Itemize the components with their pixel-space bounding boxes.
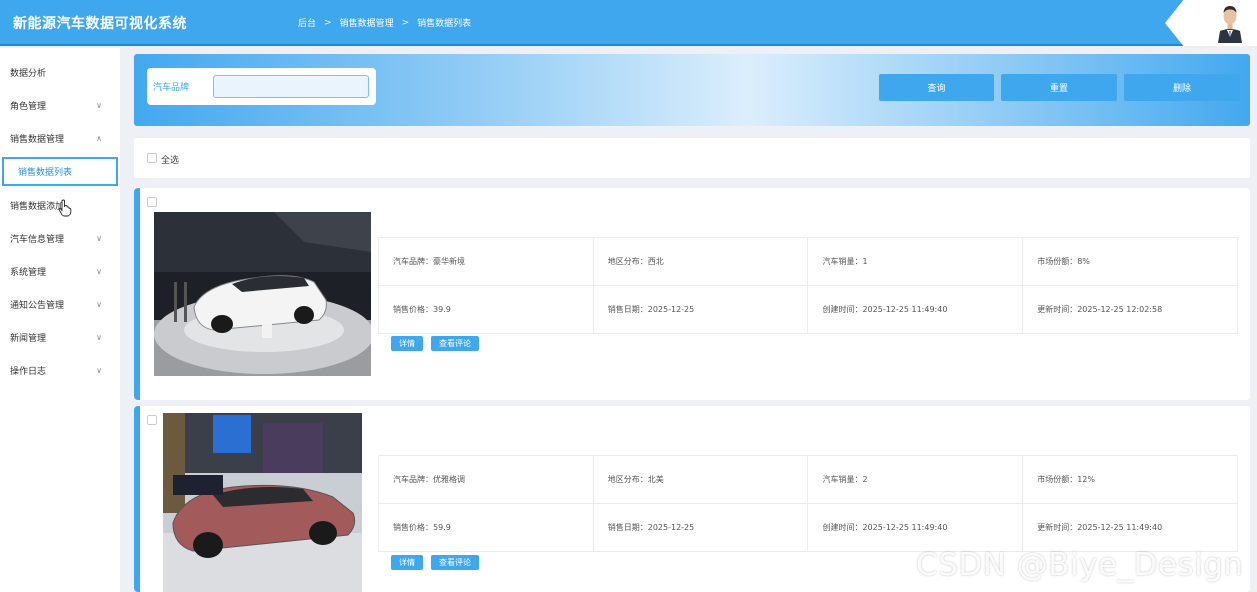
sidebar-item-label: 销售数据列表 <box>18 168 73 178</box>
watermark: CSDN @Biye_Design <box>916 547 1244 583</box>
updated-time-cell: 更新时间：2025-12-25 12:02:58 <box>1022 285 1238 334</box>
record-checkbox[interactable] <box>147 415 157 425</box>
hand-cursor-icon <box>58 199 72 217</box>
app-title: 新能源汽车数据可视化系统 <box>13 16 187 32</box>
avatar[interactable] <box>1216 1 1244 43</box>
top-bar: 新能源汽车数据可视化系统 后台 > 销售数据管理 > 销售数据列表 <box>0 0 1257 46</box>
updated-time-cell: 更新时间：2025-12-25 11:49:40 <box>1022 503 1238 552</box>
sidebar-item-label: 汽车信息管理 <box>10 235 65 245</box>
chevron-down-icon: ∨ <box>96 234 102 243</box>
view-comments-button[interactable]: 查看评论 <box>431 555 479 570</box>
chevron-down-icon: ∨ <box>96 101 102 110</box>
sales-volume-cell: 汽车销量：1 <box>807 237 1024 286</box>
record-info-table: 汽车品牌：优雅格调 地区分布：北美 汽车销量：2 市场份额：12% 销售价格：5… <box>378 455 1238 552</box>
brand-search-input[interactable] <box>213 75 369 98</box>
price-cell: 销售价格：59.9 <box>378 503 594 552</box>
sidebar-item-label: 新闻管理 <box>10 334 47 344</box>
sidebar-item-sales-data-list[interactable]: 销售数据列表 <box>2 157 118 186</box>
view-comments-button[interactable]: 查看评论 <box>431 336 479 351</box>
sidebar-item-label: 角色管理 <box>10 102 47 112</box>
sidebar-item-system-management[interactable]: 系统管理 ∨ <box>0 255 120 288</box>
breadcrumb-home[interactable]: 后台 <box>298 16 316 29</box>
price-cell: 销售价格：39.9 <box>378 285 594 334</box>
record-checkbox[interactable] <box>147 197 157 207</box>
delete-button[interactable]: 删除 <box>1124 74 1240 101</box>
breadcrumb: 后台 > 销售数据管理 > 销售数据列表 <box>298 16 472 30</box>
chevron-down-icon: ∨ <box>96 333 102 342</box>
sidebar-item-label: 系统管理 <box>10 268 47 278</box>
select-all-label: 全选 <box>161 156 180 166</box>
brand-cell: 汽车品牌：豪华新境 <box>378 237 594 286</box>
sidebar-item-role-management[interactable]: 角色管理 ∨ <box>0 89 120 122</box>
market-share-cell: 市场份额：8% <box>1022 237 1238 286</box>
breadcrumb-separator-icon: > <box>401 17 410 28</box>
select-all-bar <box>134 138 1250 178</box>
market-share-cell: 市场份额：12% <box>1022 455 1238 504</box>
sidebar-item-operation-log[interactable]: 操作日志 ∨ <box>0 354 120 387</box>
user-avatar-area[interactable] <box>1165 0 1257 46</box>
query-button[interactable]: 查询 <box>879 74 994 101</box>
detail-button[interactable]: 详情 <box>391 336 423 351</box>
sidebar-item-car-info-management[interactable]: 汽车信息管理 ∨ <box>0 222 120 255</box>
sidebar-item-news-management[interactable]: 新闻管理 ∨ <box>0 321 120 354</box>
chevron-down-icon: ∨ <box>96 366 102 375</box>
sale-date-cell: 销售日期：2025-12-25 <box>592 285 809 334</box>
breadcrumb-separator-icon: > <box>324 17 332 28</box>
sidebar-item-label: 销售数据添加 <box>10 202 65 212</box>
record-info-table: 汽车品牌：豪华新境 地区分布：西北 汽车销量：1 市场份额：8% 销售价格：39… <box>378 237 1238 334</box>
created-time-cell: 创建时间：2025-12-25 11:49:40 <box>807 503 1024 552</box>
sidebar-item-label: 数据分析 <box>10 69 47 79</box>
detail-button[interactable]: 详情 <box>391 555 423 570</box>
car-photo[interactable] <box>163 413 362 592</box>
breadcrumb-section[interactable]: 销售数据管理 <box>340 16 394 29</box>
reset-button[interactable]: 重置 <box>1001 74 1117 101</box>
sidebar: 数据分析 角色管理 ∨ 销售数据管理 ∧ 销售数据列表 销售数据添加 汽车信息管… <box>0 48 120 592</box>
sidebar-item-sales-data-management[interactable]: 销售数据管理 ∧ <box>0 122 120 155</box>
chevron-up-icon: ∧ <box>96 134 102 143</box>
sales-volume-cell: 汽车销量：2 <box>807 455 1024 504</box>
sidebar-item-notice-management[interactable]: 通知公告管理 ∨ <box>0 288 120 321</box>
region-cell: 地区分布：西北 <box>592 237 809 286</box>
created-time-cell: 创建时间：2025-12-25 11:49:40 <box>807 285 1024 334</box>
sidebar-item-label: 通知公告管理 <box>10 301 65 311</box>
sidebar-item-label: 操作日志 <box>10 367 47 377</box>
sale-date-cell: 销售日期：2025-12-25 <box>592 503 809 552</box>
car-photo[interactable] <box>154 212 371 376</box>
brand-search-label: 汽车品牌 <box>153 83 190 93</box>
brand-cell: 汽车品牌：优雅格调 <box>378 455 594 504</box>
sidebar-item-data-analysis[interactable]: 数据分析 <box>0 56 120 89</box>
breadcrumb-current: 销售数据列表 <box>417 19 472 29</box>
sidebar-item-label: 销售数据管理 <box>10 135 65 145</box>
chevron-down-icon: ∨ <box>96 267 102 276</box>
chevron-down-icon: ∨ <box>96 300 102 309</box>
region-cell: 地区分布：北美 <box>592 455 809 504</box>
select-all-checkbox[interactable] <box>147 153 157 163</box>
